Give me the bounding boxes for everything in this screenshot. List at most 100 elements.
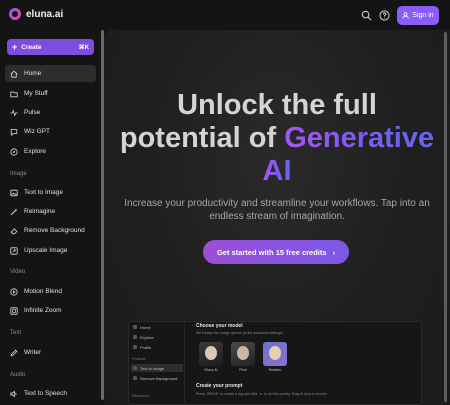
hero-title: Unlock the full potential of Generative … <box>104 89 450 188</box>
model-thumbnail-pixel <box>231 342 255 366</box>
preview-item: Explore <box>131 333 183 341</box>
folder-icon <box>10 91 18 97</box>
help-icon[interactable] <box>379 10 390 21</box>
hero-line-2: potential of Generative <box>104 122 450 155</box>
hero-highlight-ai: AI <box>262 155 292 187</box>
search-icon[interactable] <box>361 10 372 21</box>
sidebar-item-label: Upscale Image <box>24 247 68 254</box>
hero-highlight: Generative <box>284 122 435 154</box>
portrait-face <box>237 346 249 360</box>
app-preview: Home Explore Profile Products Text to Im… <box>128 321 422 405</box>
model-label: Pixel <box>239 368 247 372</box>
section-label-image: Image <box>10 171 27 177</box>
model-thumbnail-eluna <box>199 342 223 366</box>
model-label: Eluna AI <box>204 368 218 372</box>
preview-section-label: Products <box>132 357 146 361</box>
preview-item-label: Text to Image <box>140 365 165 371</box>
section-label-audio: Audio <box>10 372 26 378</box>
motion-icon <box>10 287 18 296</box>
top-bar: eluna.ai Sign in <box>0 0 450 30</box>
portrait-face <box>269 346 281 360</box>
sidebar-item-my-stuff[interactable]: My Stuff <box>5 85 96 102</box>
sidebar-item-label: Motion Blend <box>24 288 62 295</box>
main-content: Unlock the full potential of Generative … <box>104 30 450 405</box>
preview-prompt-text: Press SPACE to create a tag and click ✕ … <box>196 392 328 396</box>
sign-in-button[interactable]: Sign in <box>397 6 439 25</box>
preview-choose-text: We'll adapt the image options (in the ad… <box>196 331 283 335</box>
sidebar-item-pulse[interactable]: Pulse <box>5 104 96 121</box>
wand-icon <box>10 208 18 215</box>
sidebar-item-remove-background[interactable]: Remove Background <box>5 222 96 239</box>
model-thumbnail-realism <box>263 342 287 366</box>
image-icon <box>10 189 18 196</box>
hero-subtitle: Increase your productivity and streamlin… <box>124 198 430 222</box>
chat-icon <box>10 128 18 136</box>
cta-label: Get started with 15 free credits <box>216 247 327 257</box>
sidebar-item-wiz-gpt[interactable]: Wiz GPT <box>5 123 96 140</box>
get-started-button[interactable]: Get started with 15 free credits › <box>203 240 349 264</box>
preview-item-label: Explore <box>140 334 154 340</box>
sidebar-item-writer[interactable]: Writer <box>5 344 96 361</box>
preview-sidebar: Home Explore Profile Products Text to Im… <box>129 322 185 404</box>
sidebar-item-label: Reimagine <box>24 208 56 215</box>
preview-item: Remove Background <box>131 374 183 382</box>
sidebar-item-label: Infinite Zoom <box>24 307 62 314</box>
chevron-right-icon: › <box>332 247 336 257</box>
user-icon <box>402 12 409 19</box>
sidebar-item-motion-blend[interactable]: Motion Blend <box>5 283 96 300</box>
pen-icon <box>10 349 18 356</box>
sidebar-item-label: Pulse <box>24 109 41 116</box>
sidebar-item-text-to-speech[interactable]: Text to Speech <box>5 385 96 402</box>
zoom-icon <box>10 306 18 315</box>
preview-section-label: Resources <box>132 394 149 398</box>
pulse-icon <box>10 108 18 117</box>
compass-icon <box>10 147 18 156</box>
sidebar-item-label: My Stuff <box>24 90 48 97</box>
sidebar-item-reimagine[interactable]: Reimagine <box>5 203 96 220</box>
preview-item-icon <box>133 345 137 349</box>
sidebar-item-label: Home <box>24 70 42 77</box>
preview-item-label: Profile <box>140 344 152 350</box>
portrait-face <box>205 346 217 360</box>
section-label-video: Video <box>10 269 26 275</box>
preview-choose-title: Choose your model <box>196 323 243 329</box>
upscale-icon <box>10 246 18 255</box>
preview-prompt-title: Create your prompt <box>196 383 243 389</box>
preview-item: Home <box>131 323 183 331</box>
sidebar-item-upscale-image[interactable]: Upscale Image <box>5 242 96 259</box>
sidebar-item-text-to-image[interactable]: Text to Image <box>5 184 96 201</box>
model-label: Realism <box>268 368 282 372</box>
home-icon <box>10 70 18 78</box>
sidebar-item-label: Text to Image <box>24 189 64 196</box>
section-label-text: Text <box>10 330 22 336</box>
preview-item: Text to Image <box>131 364 183 372</box>
sidebar-item-label: Wiz GPT <box>24 128 50 135</box>
create-shortcut: ⌘K <box>78 44 89 51</box>
sidebar-item-label: Explore <box>24 148 47 155</box>
sidebar-item-infinite-zoom[interactable]: Infinite Zoom <box>5 302 96 319</box>
logo-icon <box>9 8 21 20</box>
speaker-icon <box>10 390 17 397</box>
preview-item-icon <box>133 376 137 380</box>
main-scrollbar[interactable] <box>444 32 447 402</box>
sidebar-item-label: Writer <box>24 349 42 356</box>
hero-line-1: Unlock the full <box>177 89 377 121</box>
sidebar: + Create ⌘K Home My Stuff Pulse Wiz GPT … <box>0 30 103 405</box>
preview-item-icon <box>133 335 137 339</box>
logo-text: eluna.ai <box>26 8 64 20</box>
sidebar-item-home[interactable]: Home <box>5 65 96 82</box>
preview-item: Profile <box>131 343 183 351</box>
preview-item-label: Remove Background <box>140 375 178 381</box>
preview-item-label: Home <box>140 324 151 330</box>
preview-item-icon <box>133 366 137 370</box>
sign-in-label: Sign in <box>412 12 434 19</box>
logo[interactable]: eluna.ai <box>9 8 63 20</box>
sidebar-item-explore[interactable]: Explore <box>5 143 96 160</box>
preview-item-icon <box>133 325 137 329</box>
plus-icon: + <box>12 42 18 52</box>
eraser-icon <box>10 227 18 234</box>
sidebar-item-label: Text to Speech <box>24 390 67 397</box>
create-button[interactable]: + Create ⌘K <box>7 39 94 55</box>
create-label: Create <box>21 43 42 51</box>
sidebar-item-label: Remove Background <box>24 227 85 234</box>
